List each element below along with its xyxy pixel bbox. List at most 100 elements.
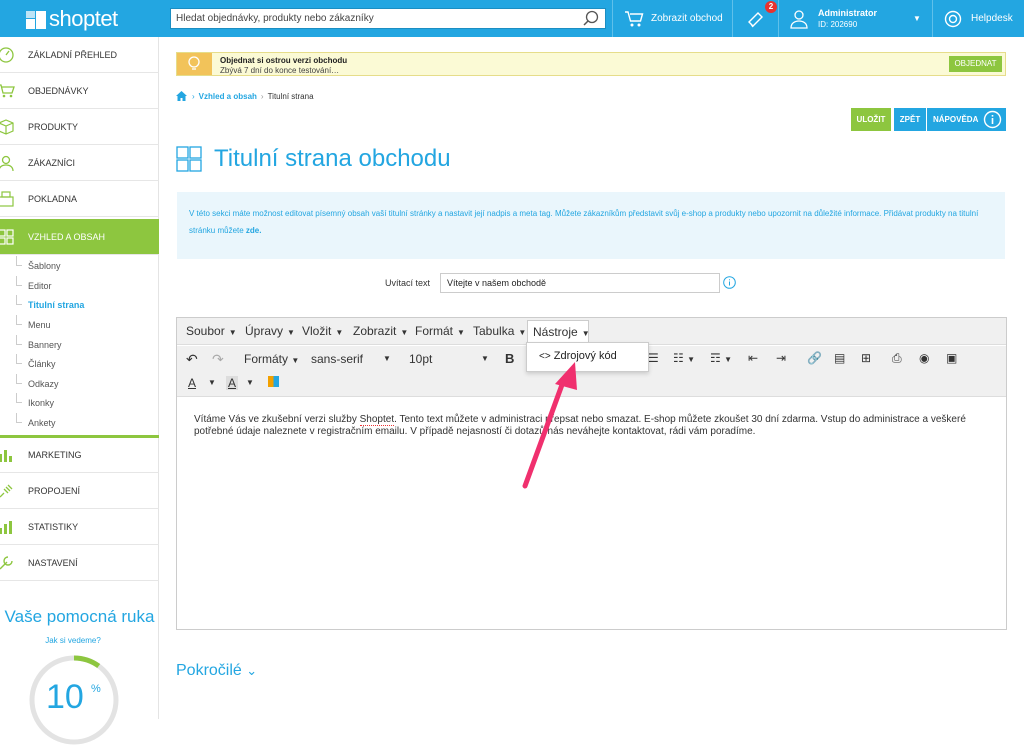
nav-settings[interactable]: NASTAVENÍ xyxy=(0,545,159,581)
shoptet-logo[interactable]: shoptet xyxy=(26,6,118,32)
user-menu[interactable]: Administrator ID: 202690 ▼ xyxy=(790,0,921,37)
breadcrumb: › Vzhled a obsah › Titulní strana xyxy=(176,90,314,102)
menu-view[interactable]: Zobrazit ▼ xyxy=(353,318,408,345)
bullet-list-icon[interactable]: ☷ ▼ xyxy=(673,351,695,365)
chart-icon xyxy=(0,450,12,462)
notification-badge: 2 xyxy=(765,1,777,13)
nav-customers[interactable]: ZÁKAZNÍCI xyxy=(0,145,159,181)
redo-icon[interactable]: ↷ xyxy=(212,351,224,368)
layout-icon xyxy=(0,229,14,245)
trial-subtitle: Zbývá 7 dní do konce testování… xyxy=(220,66,340,75)
sub-links[interactable]: Odkazy xyxy=(0,374,159,394)
editor-menubar: Soubor ▼ Úpravy ▼ Vložit ▼ Zobrazit ▼ Formát… xyxy=(177,318,1006,345)
save-button[interactable]: ULOŽIT xyxy=(851,108,891,131)
nav-products[interactable]: PRODUKTY xyxy=(0,109,159,145)
font-label: sans-serif xyxy=(311,352,364,366)
breadcrumb-section-link[interactable]: Vzhled a obsah xyxy=(199,92,257,101)
menu-file[interactable]: Soubor ▼ xyxy=(186,318,237,345)
home-icon[interactable] xyxy=(176,91,187,101)
chevron-down-icon: ⌄ xyxy=(246,663,258,678)
indent-icon[interactable]: ⇥ xyxy=(776,351,786,365)
nav-orders[interactable]: OBJEDNÁVKY xyxy=(0,73,159,109)
formats-dropdown[interactable]: Formáty ▼ xyxy=(244,352,299,366)
caret-down-icon: ▼ xyxy=(335,328,344,337)
search-icon[interactable] xyxy=(582,10,600,28)
plug-icon xyxy=(0,484,13,498)
text-color-icon[interactable]: A xyxy=(188,376,196,390)
editor-content[interactable]: Vítáme Vás ve zkušební verzi služby Shop… xyxy=(194,414,994,438)
media-icon[interactable]: ▣ xyxy=(946,351,957,365)
helper-link[interactable]: Jak si vedeme? xyxy=(0,636,146,645)
sub-icons[interactable]: Ikonky xyxy=(0,393,159,413)
table-icon[interactable]: ⊞ xyxy=(861,351,871,365)
stats-icon xyxy=(0,521,12,534)
sub-banners[interactable]: Bannery xyxy=(0,335,159,355)
menu-edit[interactable]: Úpravy ▼ xyxy=(245,318,295,345)
editor-toolbar-row2: A ▼ A ▼ xyxy=(177,373,1006,397)
view-shop-button[interactable]: Zobrazit obchod xyxy=(624,0,723,37)
divider xyxy=(732,0,733,37)
helpdesk-button[interactable]: Helpdesk xyxy=(944,0,1013,37)
caret-down-icon[interactable]: ▼ xyxy=(208,378,216,387)
nav-design-content[interactable]: VZHLED A OBSAH xyxy=(0,219,159,255)
caret-down-icon[interactable]: ▼ xyxy=(246,378,254,387)
background-color-icon[interactable]: A xyxy=(226,376,239,390)
sub-label: Články xyxy=(28,359,56,369)
print-icon[interactable]: ⎙ xyxy=(892,351,902,366)
info-icon[interactable] xyxy=(723,276,736,289)
sub-templates[interactable]: Šablony xyxy=(0,256,159,276)
sub-polls[interactable]: Ankety xyxy=(0,413,159,433)
undo-icon[interactable]: ↶ xyxy=(186,351,198,368)
nav-label: ZÁKLADNÍ PŘEHLED xyxy=(28,49,118,60)
user-icon xyxy=(0,155,14,172)
font-size-dropdown[interactable]: 10pt ▼ xyxy=(409,352,491,366)
nav-label: STATISTIKY xyxy=(28,521,79,532)
order-button[interactable]: OBJEDNAT xyxy=(949,56,1002,72)
sub-label: Bannery xyxy=(28,340,62,350)
helpdesk-label: Helpdesk xyxy=(971,13,1013,24)
font-family-dropdown[interactable]: sans-serif ▼ xyxy=(311,352,393,366)
divider xyxy=(612,0,613,37)
nav-integrations[interactable]: PROPOJENÍ xyxy=(0,473,159,509)
search-input[interactable]: Hledat objednávky, produkty nebo zákazní… xyxy=(170,8,606,29)
help-button[interactable]: NÁPOVĚDA xyxy=(927,108,1006,131)
nav-label: OBJEDNÁVKY xyxy=(28,85,89,96)
back-button[interactable]: ZPĚT xyxy=(894,108,926,131)
advanced-label: Pokročilé xyxy=(176,662,242,679)
preview-icon[interactable]: ◉ xyxy=(919,351,929,365)
align-justify-icon[interactable]: ☰ xyxy=(648,351,659,365)
breadcrumb-current: Titulní strana xyxy=(267,91,314,101)
caret-down-icon: ▼ xyxy=(581,329,590,338)
sub-articles[interactable]: Články xyxy=(0,354,159,374)
info-box: V této sekci máte možnost editovat písem… xyxy=(177,192,1005,259)
sub-homepage[interactable]: Titulní strana xyxy=(0,295,159,315)
bold-icon[interactable]: B xyxy=(505,351,514,366)
notifications-button[interactable] xyxy=(746,0,766,37)
logo-mark-icon xyxy=(26,11,46,29)
view-shop-label: Zobrazit obchod xyxy=(651,13,723,24)
caret-down-icon: ▼ xyxy=(481,354,489,363)
nav-dashboard[interactable]: ZÁKLADNÍ PŘEHLED xyxy=(0,37,159,73)
menu-tools[interactable]: Nástroje ▼ xyxy=(527,320,590,344)
nav-statistics[interactable]: STATISTIKY xyxy=(0,509,159,545)
nav-label: ZÁKAZNÍCI xyxy=(28,157,76,168)
special-chars-icon[interactable] xyxy=(268,376,279,387)
info-link[interactable]: zde. xyxy=(246,226,262,235)
sub-menu[interactable]: Menu xyxy=(0,315,159,335)
menu-table[interactable]: Tabulka ▼ xyxy=(473,318,526,345)
menu-format[interactable]: Formát ▼ xyxy=(415,318,465,345)
progress-value: 10 xyxy=(46,678,84,716)
advanced-toggle[interactable]: Pokročilé ⌄ xyxy=(176,662,257,680)
link-icon[interactable]: 🔗 xyxy=(807,351,822,365)
trial-banner: Objednat si ostrou verzi obchodu Zbývá 7… xyxy=(176,52,1006,76)
nav-register[interactable]: POKLADNA xyxy=(0,181,159,217)
nav-marketing[interactable]: MARKETING xyxy=(0,437,159,473)
menu-insert[interactable]: Vložit ▼ xyxy=(302,318,343,345)
image-icon[interactable]: ▤ xyxy=(834,351,845,365)
numbered-list-icon[interactable]: ☶ ▼ xyxy=(710,351,732,365)
sub-editor[interactable]: Editor xyxy=(0,276,159,296)
trial-title: Objednat si ostrou verzi obchodu xyxy=(220,56,348,65)
outdent-icon[interactable]: ⇤ xyxy=(748,351,758,365)
welcome-text-input[interactable]: Vítejte v našem obchodě xyxy=(440,273,720,293)
nav-label: PRODUKTY xyxy=(28,121,79,132)
